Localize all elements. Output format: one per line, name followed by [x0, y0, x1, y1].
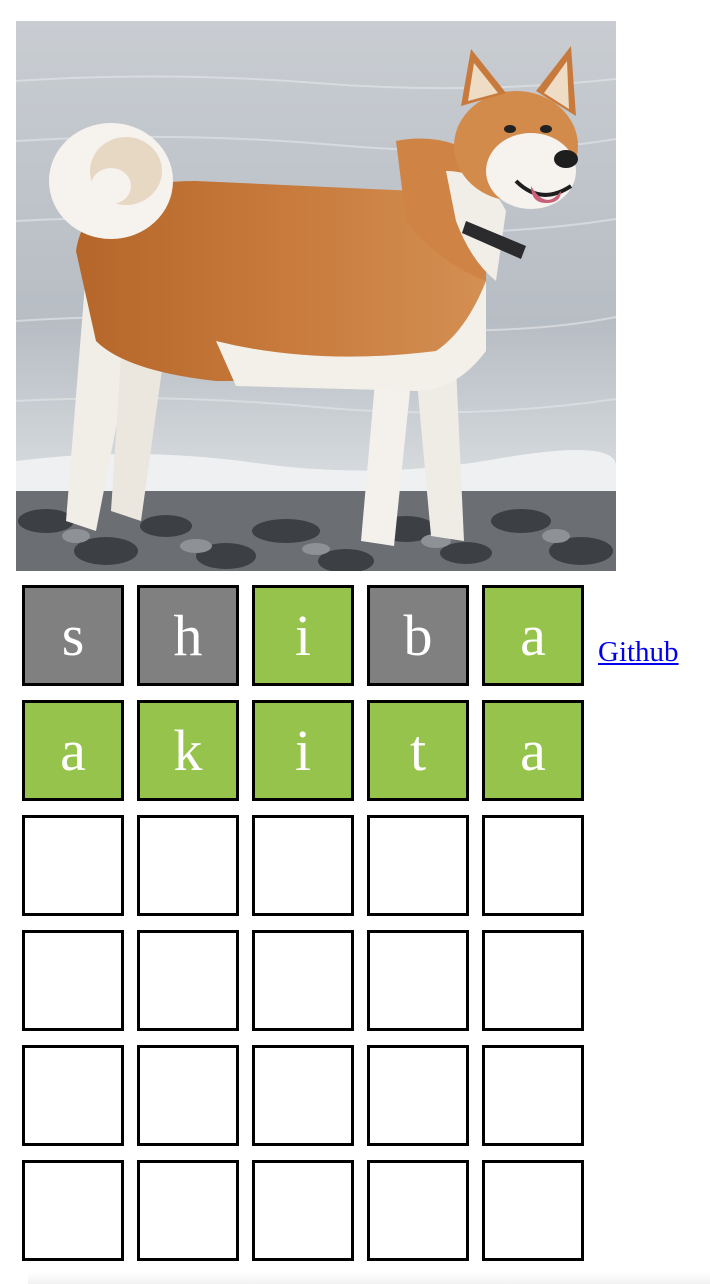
empty-tile [482, 815, 584, 916]
letter-tile-absent: h [137, 585, 239, 686]
empty-tile [137, 815, 239, 916]
empty-tile [22, 815, 124, 916]
empty-tile [22, 1160, 124, 1261]
bottom-edge [28, 1272, 710, 1284]
board-row: akita [22, 700, 587, 801]
letter-tile-correct: a [482, 700, 584, 801]
game-board: shibaakita [22, 585, 587, 1275]
board-row [22, 930, 587, 1031]
empty-tile [252, 930, 354, 1031]
empty-tile [22, 930, 124, 1031]
empty-tile [367, 815, 469, 916]
letter-tile-correct: i [252, 585, 354, 686]
empty-tile [252, 1045, 354, 1146]
empty-tile [252, 815, 354, 916]
letter-tile-correct: i [252, 700, 354, 801]
empty-tile [137, 1160, 239, 1261]
empty-tile [482, 1160, 584, 1261]
empty-tile [252, 1160, 354, 1261]
letter-tile-absent: b [367, 585, 469, 686]
letter-tile-correct: a [482, 585, 584, 686]
board-row [22, 815, 587, 916]
letter-tile-correct: k [137, 700, 239, 801]
empty-tile [367, 1045, 469, 1146]
letter-tile-absent: s [22, 585, 124, 686]
empty-tile [367, 1160, 469, 1261]
empty-tile [367, 930, 469, 1031]
letter-tile-correct: a [22, 700, 124, 801]
board-row: shiba [22, 585, 587, 686]
empty-tile [482, 930, 584, 1031]
github-link[interactable]: Github [598, 636, 679, 669]
empty-tile [22, 1045, 124, 1146]
letter-tile-correct: t [367, 700, 469, 801]
empty-tile [482, 1045, 584, 1146]
board-row [22, 1160, 587, 1261]
board-row [22, 1045, 587, 1146]
empty-tile [137, 930, 239, 1031]
dog-photo [16, 21, 616, 571]
empty-tile [137, 1045, 239, 1146]
